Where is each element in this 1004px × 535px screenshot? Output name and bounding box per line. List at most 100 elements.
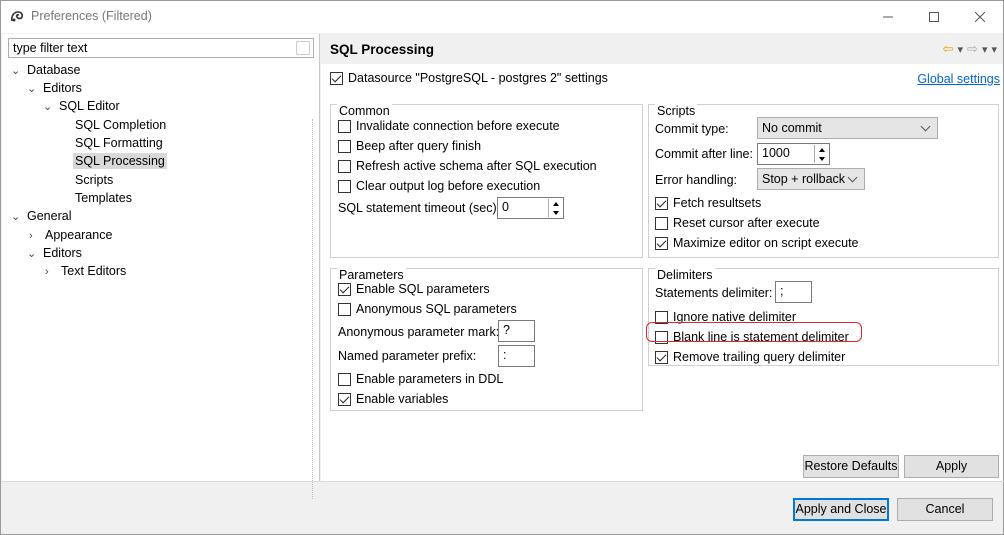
- button-bar-divider: [1, 481, 1004, 482]
- spinner-arrows[interactable]: [548, 199, 562, 217]
- datasource-settings-toggle[interactable]: Datasource "PostgreSQL - postgres 2" set…: [330, 71, 608, 85]
- preferences-window: Preferences (Filtered) type filter text …: [0, 0, 1004, 535]
- highlight-annotation: [646, 322, 862, 342]
- remove-trailing-delimiter-option[interactable]: Remove trailing query delimiter: [655, 350, 845, 364]
- filter-input[interactable]: type filter text: [8, 38, 314, 58]
- delimiters-group-title: Delimiters: [655, 268, 715, 282]
- commit-after-line-spinner[interactable]: 1000: [757, 143, 830, 165]
- expand-icon[interactable]: ⌄: [11, 62, 25, 80]
- checkbox[interactable]: [338, 392, 351, 406]
- invalidate-connection-option[interactable]: Invalidate connection before execute: [338, 119, 560, 133]
- enable-parameters-ddl-option[interactable]: Enable parameters in DDL: [338, 372, 503, 386]
- tree-item-sql-processing[interactable]: SQL Processing: [73, 152, 167, 170]
- checkbox[interactable]: [338, 282, 351, 296]
- datasource-checkbox[interactable]: [330, 71, 343, 85]
- restore-defaults-button[interactable]: Restore Defaults: [803, 455, 899, 478]
- tree-item-appearance[interactable]: › Appearance: [29, 226, 114, 244]
- checkbox[interactable]: [338, 159, 351, 173]
- sash[interactable]: [312, 119, 314, 499]
- forward-arrow-icon[interactable]: ⇨: [967, 41, 978, 57]
- enable-variables-option[interactable]: Enable variables: [338, 392, 448, 406]
- checkbox[interactable]: [655, 350, 668, 364]
- tree-item-sql-completion[interactable]: SQL Completion: [73, 116, 168, 134]
- refresh-schema-option[interactable]: Refresh active schema after SQL executio…: [338, 159, 597, 173]
- app-icon: [11, 11, 24, 22]
- clear-filter-icon[interactable]: [296, 41, 310, 55]
- checkbox[interactable]: [338, 119, 351, 133]
- timeout-spinner[interactable]: 0: [497, 197, 564, 219]
- named-prefix-input[interactable]: :: [498, 345, 535, 367]
- chevron-down-icon: [847, 172, 858, 183]
- named-prefix-label: Named parameter prefix:: [338, 349, 477, 363]
- checkbox[interactable]: [655, 236, 668, 250]
- minimize-icon: [883, 16, 893, 18]
- common-group: Common Invalidate connection before exec…: [330, 104, 643, 258]
- parameters-group: Parameters Enable SQL parameters Anonymo…: [330, 268, 643, 411]
- error-handling-label: Error handling:: [655, 173, 737, 187]
- statements-delimiter-input[interactable]: ;: [775, 281, 812, 303]
- page-navigation: ⇦ ▾ ⇨ ▾ ▾: [943, 41, 997, 57]
- maximize-icon: [929, 12, 939, 22]
- filter-placeholder: type filter text: [13, 41, 88, 55]
- expand-icon[interactable]: ⌄: [27, 80, 41, 98]
- chevron-down-icon: [920, 121, 931, 132]
- tree-item-text-editors[interactable]: › Text Editors: [45, 262, 128, 280]
- enable-sql-parameters-option[interactable]: Enable SQL parameters: [338, 282, 490, 296]
- maximize-editor-option[interactable]: Maximize editor on script execute: [655, 236, 859, 250]
- apply-button[interactable]: Apply: [904, 455, 999, 478]
- common-group-title: Common: [337, 104, 392, 118]
- scripts-group: Scripts Commit type: No commit Commit af…: [648, 104, 999, 258]
- forward-menu-icon[interactable]: ▾: [982, 43, 988, 56]
- cancel-button[interactable]: Cancel: [897, 498, 993, 521]
- window-title: Preferences (Filtered): [31, 9, 152, 23]
- back-arrow-icon[interactable]: ⇦: [943, 41, 954, 57]
- collapse-icon[interactable]: ›: [29, 227, 43, 245]
- preferences-tree-panel: type filter text ⌄ Database ⌄ Editors ⌄ SQL…: [2, 34, 320, 499]
- anonymous-mark-input[interactable]: ?: [498, 320, 535, 342]
- checkbox[interactable]: [338, 179, 351, 193]
- datasource-label: Datasource "PostgreSQL - postgres 2" set…: [348, 71, 608, 85]
- anonymous-mark-label: Anonymous parameter mark:: [338, 325, 500, 339]
- tree-item-general-editors[interactable]: ⌄ Editors: [27, 244, 84, 262]
- timeout-label: SQL statement timeout (sec):: [338, 201, 501, 215]
- spinner-arrows[interactable]: [814, 145, 828, 163]
- tree-item-sql-editor[interactable]: ⌄ SQL Editor: [43, 97, 122, 115]
- checkbox[interactable]: [338, 372, 351, 386]
- statements-delimiter-label: Statements delimiter:: [655, 286, 773, 300]
- fetch-resultsets-option[interactable]: Fetch resultsets: [655, 196, 761, 210]
- checkbox[interactable]: [338, 139, 351, 153]
- tree-item-templates[interactable]: Templates: [73, 189, 134, 207]
- tree-item-general[interactable]: ⌄ General: [11, 207, 73, 225]
- scripts-group-title: Scripts: [655, 104, 698, 118]
- delimiters-group: Delimiters Statements delimiter: ; Ignor…: [648, 268, 999, 366]
- view-menu-icon[interactable]: ▾: [991, 43, 997, 56]
- expand-icon[interactable]: ⌄: [27, 245, 41, 263]
- parameters-group-title: Parameters: [337, 268, 406, 282]
- clear-output-log-option[interactable]: Clear output log before execution: [338, 179, 540, 193]
- minimize-button[interactable]: [865, 1, 911, 33]
- expand-icon[interactable]: ⌄: [43, 98, 57, 116]
- checkbox[interactable]: [655, 196, 668, 210]
- beep-after-query-option[interactable]: Beep after query finish: [338, 139, 481, 153]
- collapse-icon[interactable]: ›: [45, 263, 59, 281]
- tree-item-sql-formatting[interactable]: SQL Formatting: [73, 134, 165, 152]
- checkbox[interactable]: [338, 302, 351, 316]
- commit-type-label: Commit type:: [655, 122, 729, 136]
- title-bar: Preferences (Filtered): [1, 1, 1003, 33]
- close-icon: [975, 12, 985, 22]
- tree-item-scripts[interactable]: Scripts: [73, 171, 115, 189]
- tree-item-database[interactable]: ⌄ Database: [11, 61, 83, 79]
- back-menu-icon[interactable]: ▾: [958, 43, 964, 56]
- maximize-button[interactable]: [911, 1, 957, 33]
- reset-cursor-option[interactable]: Reset cursor after execute: [655, 216, 820, 230]
- apply-and-close-button[interactable]: Apply and Close: [793, 498, 889, 521]
- page-header: SQL Processing ⇦ ▾ ⇨ ▾ ▾: [321, 34, 1003, 64]
- checkbox[interactable]: [655, 216, 668, 230]
- tree-item-editors[interactable]: ⌄ Editors: [27, 79, 84, 97]
- global-settings-link[interactable]: Global settings: [917, 72, 1000, 86]
- anonymous-sql-parameters-option[interactable]: Anonymous SQL parameters: [338, 302, 517, 316]
- error-handling-select[interactable]: Stop + rollback: [757, 168, 865, 190]
- commit-type-select[interactable]: No commit: [757, 117, 938, 139]
- expand-icon[interactable]: ⌄: [11, 208, 25, 226]
- close-button[interactable]: [957, 1, 1003, 33]
